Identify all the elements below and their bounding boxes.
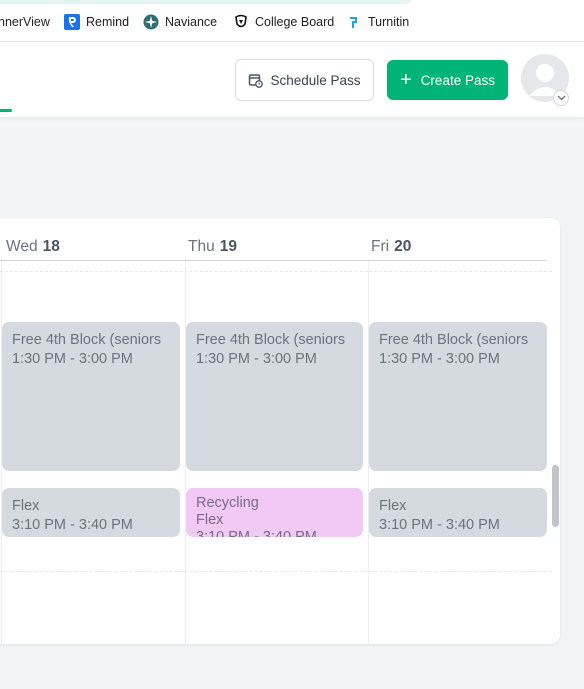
event-title: Flex [379,498,407,514]
bookmark-label: nnerView [0,15,50,29]
event-title: Free 4th Block (seniors [196,332,346,348]
day-name: Wed [6,238,38,255]
tab-strip-edge [0,0,410,4]
event-free-4th-block-fri[interactable]: Free 4th Block (seniors 1:30 PM - 3:00 P… [369,322,547,471]
calendar-week-view: Wed 18 Thu 19 Fri 20 Free 4th Block (senior… [0,218,560,644]
day-date: 20 [394,238,412,255]
event-subtitle: Flex [196,512,224,528]
event-flex-wed[interactable]: Flex 3:10 PM - 3:40 PM [2,488,180,537]
event-title: Recycling [196,495,259,511]
bookmark-remind[interactable]: Remind [64,13,129,31]
event-time: 3:10 PM - 3:40 PM [379,517,500,533]
event-title: Free 4th Block (seniors [12,332,162,348]
bookmark-label: Remind [86,15,130,29]
day-name: Fri [371,238,390,255]
bookmark-label: College Board [255,15,335,29]
bookmark-innerview[interactable]: nnerView [0,13,50,31]
naviance-icon [143,14,159,30]
chevron-down-icon[interactable] [553,90,569,106]
bookmark-turnitin[interactable]: Turnitin [346,13,409,31]
event-time: 1:30 PM - 3:00 PM [196,351,317,367]
hour-line [0,571,552,572]
event-recycling-flex-thu[interactable]: Recycling Flex 3:10 PM - 3:40 PM [186,488,363,537]
calendar-clock-icon [248,73,264,88]
bookmark-label: Turnitin [368,15,410,29]
schedule-pass-label: Schedule Pass [270,72,361,88]
day-name: Thu [188,238,215,255]
event-time: 3:10 PM - 3:40 PM [12,517,133,533]
day-date: 18 [42,238,60,255]
calendar-scrollbar[interactable] [552,465,559,527]
day-header-wed: Wed 18 [6,238,60,256]
event-flex-fri[interactable]: Flex 3:10 PM - 3:40 PM [369,488,547,537]
remind-icon [64,14,80,30]
event-free-4th-block-thu[interactable]: Free 4th Block (seniors 1:30 PM - 3:00 P… [186,322,363,471]
college-board-icon [233,14,249,30]
day-header-fri: Fri 20 [371,238,411,256]
event-title: Flex [12,498,40,514]
header-divider [0,260,546,261]
active-tab-indicator [0,109,12,112]
turnitin-icon [346,14,362,30]
event-time: 3:10 PM - 3:40 PM [196,529,317,537]
bookmark-college-board[interactable]: College Board [233,13,334,31]
hour-line [0,271,552,272]
bookmark-label: Naviance [165,15,218,29]
day-date: 19 [219,238,237,255]
event-free-4th-block-wed[interactable]: Free 4th Block (seniors 1:30 PM - 3:00 P… [2,322,180,471]
event-title: Free 4th Block (seniors [379,332,529,348]
event-time: 1:30 PM - 3:00 PM [12,351,133,367]
schedule-pass-button[interactable]: Schedule Pass [235,59,374,101]
app-header: Schedule Pass + Create Pass [0,42,584,117]
create-pass-label: Create Pass [420,72,495,88]
event-time: 1:30 PM - 3:00 PM [379,351,500,367]
create-pass-button[interactable]: + Create Pass [387,60,508,100]
plus-icon: + [400,69,412,91]
day-header-thu: Thu 19 [188,238,237,256]
bookmark-naviance[interactable]: Naviance [143,13,217,31]
bookmarks-bar: nnerView Remind Naviance College Board T… [0,0,584,42]
